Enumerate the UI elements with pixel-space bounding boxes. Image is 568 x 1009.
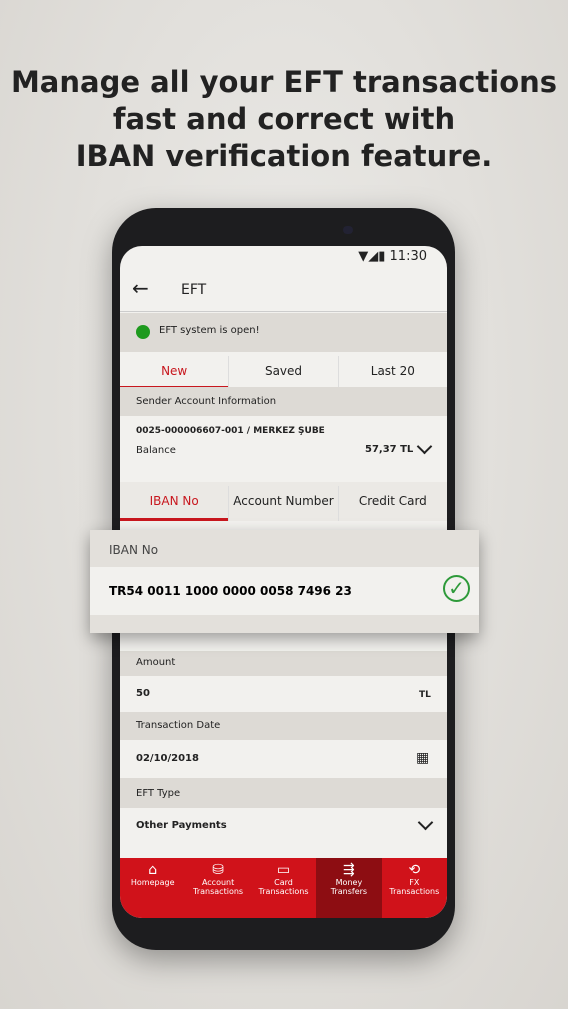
iban-label-row: IBAN No xyxy=(90,530,479,567)
notice-text: EFT system is open! xyxy=(159,325,260,336)
currency: TL xyxy=(419,690,431,700)
home-icon: ⌂ xyxy=(148,862,158,878)
card-icon: ▭ xyxy=(276,862,291,878)
status-dot-icon xyxy=(136,325,150,339)
tab-iban[interactable]: IBAN No xyxy=(120,486,230,521)
nav-label: Money xyxy=(335,878,363,887)
tab-new[interactable]: New xyxy=(120,356,230,389)
verified-check-icon: ✓ xyxy=(443,575,470,602)
camera xyxy=(343,226,353,234)
sender-account-select[interactable]: 0025-000006607-001 / MERKEZ ŞUBE Balance… xyxy=(120,416,447,478)
date-label-row: Transaction Date xyxy=(120,712,447,740)
section-label: Sender Account Information xyxy=(136,396,277,407)
amount-label: Amount xyxy=(136,657,176,668)
tab-credit-card[interactable]: Credit Card xyxy=(339,486,447,521)
status-bar: ▼◢▮ 11:30 xyxy=(120,246,447,268)
balance-value: 57,37 TL xyxy=(365,444,414,455)
nav-label: Transactions xyxy=(389,887,440,896)
amount-input[interactable]: 50 TL xyxy=(120,676,447,712)
amount-value: 50 xyxy=(136,688,150,699)
sender-section-header: Sender Account Information xyxy=(120,387,447,416)
nav-money-transfers[interactable]: ⇶ Money Transfers xyxy=(316,858,382,918)
page-title: EFT xyxy=(181,282,207,298)
date-input[interactable]: 02/10/2018 ▦ xyxy=(120,740,447,778)
card-footer xyxy=(90,615,479,633)
recipient-tabs: IBAN No Account Number Credit Card xyxy=(120,482,447,521)
chevron-down-icon[interactable] xyxy=(417,814,434,831)
headline-line: IBAN verification feature. xyxy=(75,139,493,173)
date-value: 02/10/2018 xyxy=(136,753,199,764)
transfer-tabs: New Saved Last 20 xyxy=(120,352,447,389)
transfer-icon: ⇶ xyxy=(343,862,355,878)
exchange-icon: ⟲ xyxy=(408,862,421,878)
calendar-icon[interactable]: ▦ xyxy=(416,750,429,766)
nav-label: FX xyxy=(409,878,420,887)
eft-type-label: EFT Type xyxy=(136,788,181,799)
back-arrow-icon[interactable]: ← xyxy=(132,276,149,300)
tab-last-20[interactable]: Last 20 xyxy=(339,356,447,389)
clock: 11:30 xyxy=(389,249,427,264)
tab-saved[interactable]: Saved xyxy=(229,356,339,389)
iban-card: IBAN No TR54 0011 1000 0000 0058 7496 23… xyxy=(90,530,479,633)
iban-value: TR54 0011 1000 0000 0058 7496 23 xyxy=(109,584,352,598)
nav-label: Transactions xyxy=(193,887,244,896)
nav-card-transactions[interactable]: ▭ Card Transactions xyxy=(251,858,316,918)
eft-type-value: Other Payments xyxy=(136,820,227,831)
chevron-down-icon[interactable] xyxy=(416,438,433,455)
eft-status-notice: EFT system is open! xyxy=(120,313,447,352)
headline-line: Manage all your EFT transactions xyxy=(10,65,558,99)
iban-input[interactable]: TR54 0011 1000 0000 0058 7496 23 ✓ xyxy=(90,567,479,615)
nav-label: Account xyxy=(201,878,235,887)
date-label: Transaction Date xyxy=(136,720,221,731)
nav-fx-transactions[interactable]: ⟲ FX Transactions xyxy=(382,858,447,918)
bottom-nav: ⌂ Homepage ⛁ Account Transactions ▭ Card Tran… xyxy=(120,858,447,918)
amount-label-row: Amount xyxy=(120,651,447,676)
nav-label: Card xyxy=(274,878,293,887)
headline: Manage all your EFT transactions fast an… xyxy=(0,64,568,175)
iban-label: IBAN No xyxy=(109,543,159,557)
nav-label: Transactions xyxy=(258,887,309,896)
coins-icon: ⛁ xyxy=(212,862,224,878)
eft-type-select[interactable]: Other Payments xyxy=(120,808,447,858)
status-icons: ▼◢▮ xyxy=(358,249,390,264)
nav-account-transactions[interactable]: ⛁ Account Transactions xyxy=(185,858,250,918)
eft-type-label-row: EFT Type xyxy=(120,778,447,808)
nav-label: Homepage xyxy=(130,878,175,887)
headline-line: fast and correct with xyxy=(112,102,456,136)
nav-label: Transfers xyxy=(330,887,368,896)
app-header: ← EFT xyxy=(120,268,447,312)
account-number: 0025-000006607-001 / MERKEZ ŞUBE xyxy=(136,426,325,436)
nav-homepage[interactable]: ⌂ Homepage xyxy=(120,858,185,918)
balance-label: Balance xyxy=(136,445,176,456)
tab-account-number[interactable]: Account Number xyxy=(229,486,339,521)
